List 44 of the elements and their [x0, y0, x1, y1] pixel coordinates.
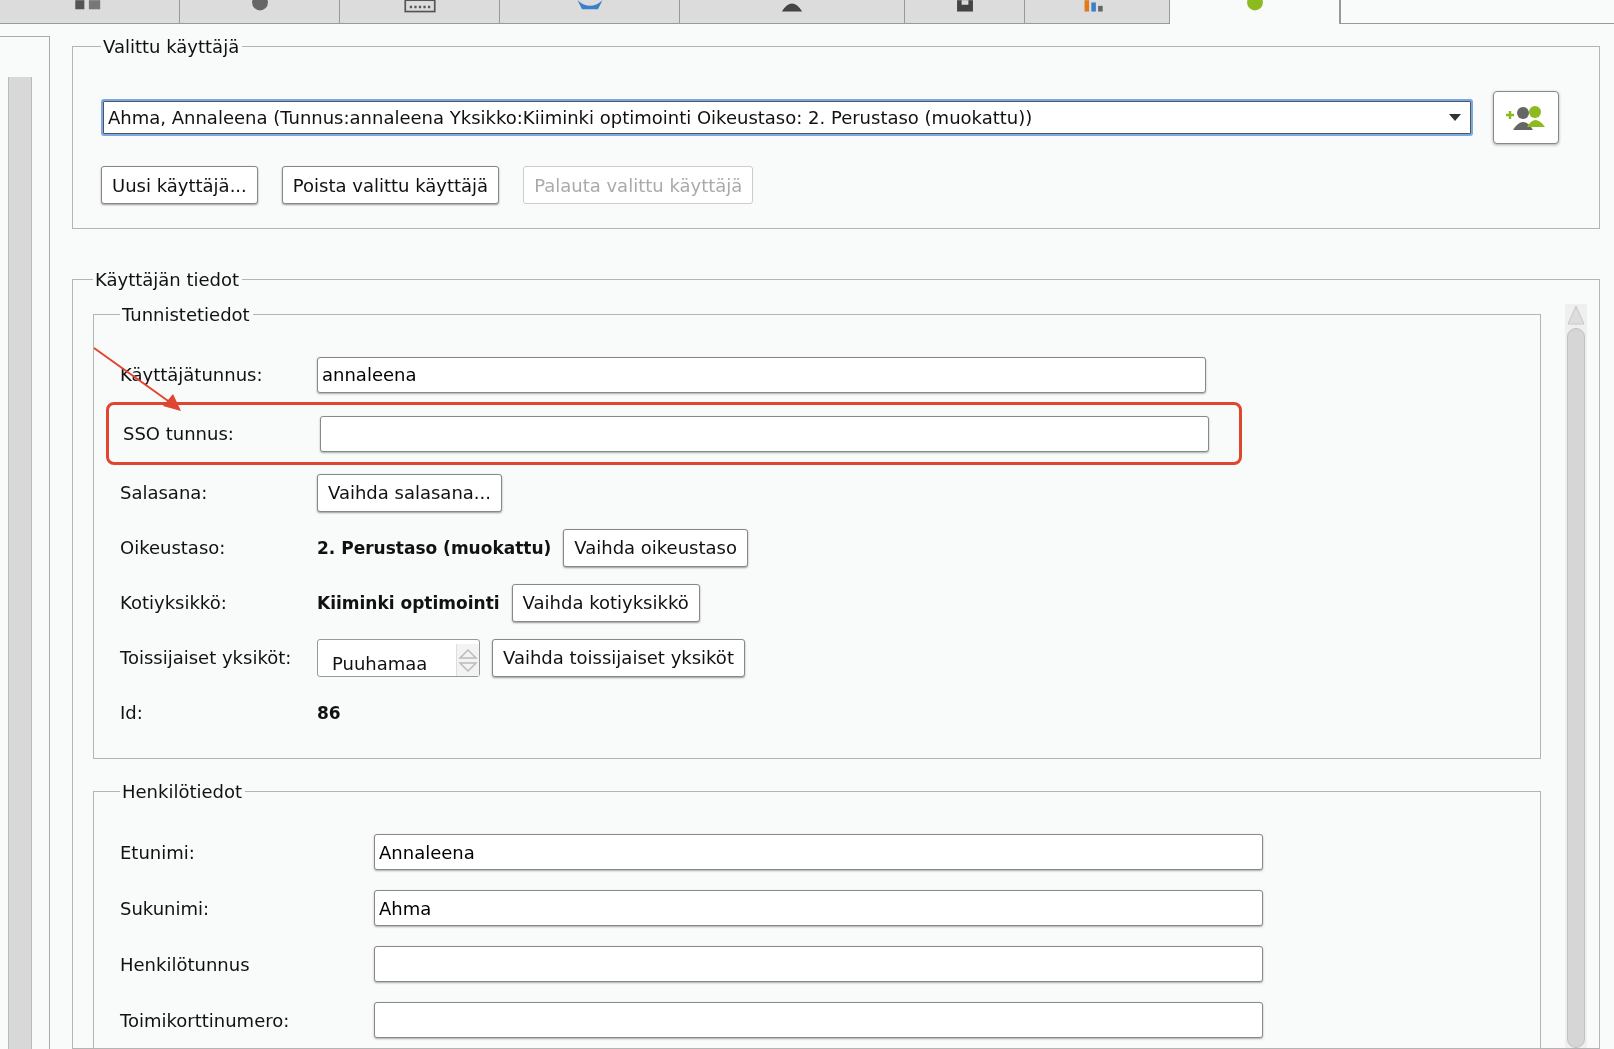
field-label: Sukunimi: — [120, 897, 211, 919]
field-label: Kotiyksikkö: — [120, 592, 228, 613]
group-title: Tunnistetiedot — [121, 304, 251, 325]
user-action-button[interactable]: Poista valittu käyttäjä — [281, 166, 500, 204]
text-field[interactable] — [374, 1002, 1263, 1038]
add-users-icon — [1504, 104, 1548, 131]
group-title: Käyttäjän tiedot — [94, 269, 241, 290]
scroll-up-icon — [1566, 304, 1586, 326]
change-button[interactable]: Vaihda salasana... — [317, 473, 502, 512]
user-action-button[interactable]: Uusi käyttäjä... — [101, 166, 258, 204]
toolbar-tab[interactable] — [0, 0, 180, 24]
field-label: Etunimi: — [120, 841, 196, 863]
field-label: SSO tunnus: — [123, 423, 235, 444]
group-title: Henkilötiedot — [121, 781, 244, 802]
field-label: Toimikorttinumero: — [120, 1009, 291, 1031]
change-button[interactable]: Vaihda oikeustaso — [563, 528, 748, 567]
add-users-button[interactable] — [1493, 91, 1559, 144]
spinner-field[interactable]: Puuhamaa — [317, 638, 480, 677]
toolbar-tab[interactable] — [340, 0, 500, 24]
toolbar-tab[interactable] — [180, 0, 340, 24]
spinner-arrows-icon — [456, 643, 479, 676]
change-button[interactable]: Vaihda kotiyksikkö — [511, 583, 700, 622]
field-label: Salasana: — [120, 482, 209, 503]
text-field[interactable]: annaleena — [317, 356, 1206, 393]
text-field[interactable]: Annaleena — [374, 834, 1263, 870]
field-value: 86 — [317, 702, 341, 723]
change-button[interactable]: Vaihda toissijaiset yksiköt — [492, 638, 745, 677]
field-value: 2. Perustaso (muokattu) — [317, 537, 552, 558]
dropdown-caret-icon — [1449, 114, 1461, 121]
field-label: Oikeustaso: — [120, 537, 227, 558]
scrollbar[interactable] — [1565, 304, 1587, 1048]
field-label: Toissijaiset yksiköt: — [120, 647, 293, 668]
field-value: Kiiminki optimointi — [317, 592, 500, 613]
text-field[interactable] — [320, 415, 1209, 452]
toolbar-tab[interactable] — [905, 0, 1025, 24]
text-field[interactable]: Ahma — [374, 890, 1263, 926]
group-title: Valittu käyttäjä — [102, 36, 241, 57]
text-field[interactable] — [374, 946, 1263, 982]
scrollbar-thumb[interactable] — [1567, 328, 1585, 1048]
field-label: Id: — [120, 702, 144, 723]
keyboard-icon — [402, 0, 437, 14]
user-dropdown[interactable]: Ahma, Annaleena (Tunnus:annaleena Yksikko:Kiiminki optimointi Oikeustaso: 2. Perustaso (muokattu)) — [101, 99, 1473, 136]
scrollbar[interactable] — [8, 77, 32, 1049]
field-label: Henkilötunnus — [120, 953, 251, 975]
